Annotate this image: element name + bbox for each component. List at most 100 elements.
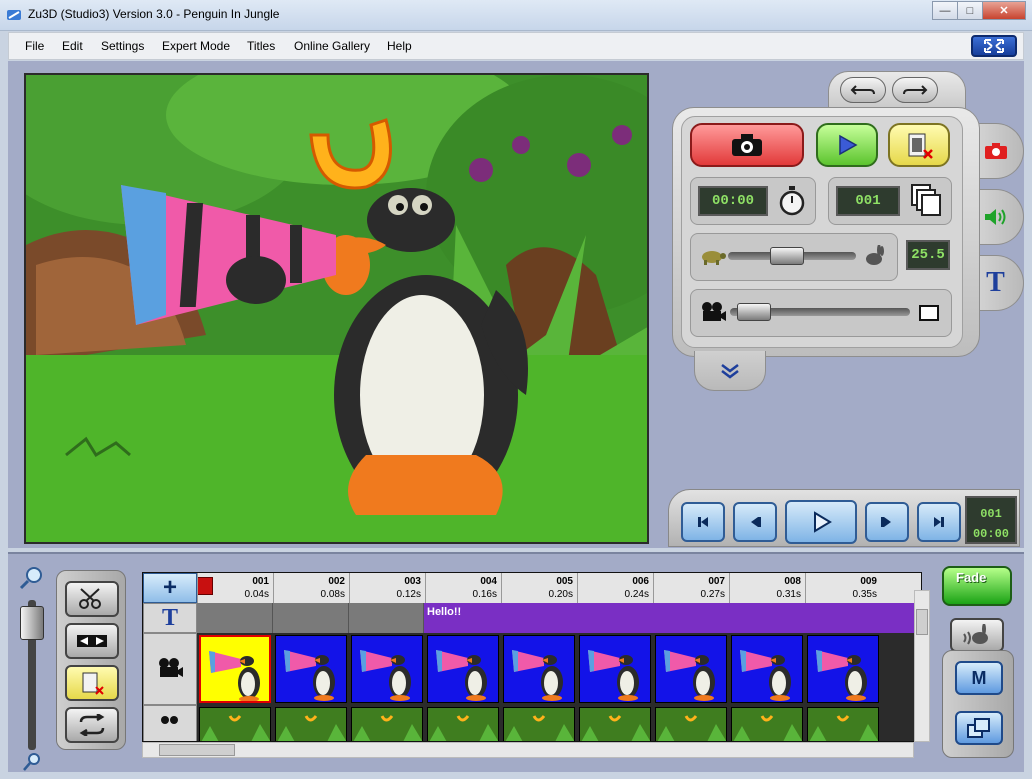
- maximize-button[interactable]: □: [957, 1, 983, 20]
- movie-camera-icon: [159, 658, 183, 677]
- timeline-tools: [56, 570, 126, 750]
- background-thumbnail[interactable]: [503, 707, 575, 741]
- trash-frames-icon: [82, 672, 104, 695]
- redo-icon: [903, 85, 928, 95]
- stopwatch-button[interactable]: [778, 185, 806, 220]
- frame-thumbnail[interactable]: [807, 635, 879, 703]
- delete-tool-button[interactable]: [65, 665, 119, 701]
- frames-stack-icon: [911, 184, 941, 216]
- counter-frame: 001: [980, 507, 1002, 521]
- timeline-vertical-scrollbar[interactable]: [914, 590, 930, 742]
- background-thumbnail[interactable]: [579, 707, 651, 741]
- zoom-in-icon[interactable]: [18, 566, 46, 590]
- menu-titles[interactable]: Titles: [247, 39, 275, 53]
- title-clip[interactable]: Hello!!: [424, 603, 921, 633]
- frame-header[interactable]: 004 0.16s: [425, 573, 501, 603]
- menu-settings[interactable]: Settings: [101, 39, 144, 53]
- step-forward-button[interactable]: [865, 502, 909, 542]
- background-thumbnail[interactable]: [731, 707, 803, 741]
- horizontal-scroll-thumb[interactable]: [159, 744, 235, 756]
- minimize-button[interactable]: —: [932, 1, 958, 20]
- frame-number: 008: [784, 576, 801, 587]
- frames-button[interactable]: [910, 183, 942, 220]
- rabbit-icon: [862, 244, 886, 270]
- fade-label: Fade: [956, 570, 987, 585]
- fullscreen-button[interactable]: [971, 35, 1017, 57]
- stage-preview[interactable]: [24, 73, 649, 544]
- skip-start-icon: [698, 517, 708, 527]
- timeline-header: + 001 0.04s 002 0.08s 003 0.12s 004 0.16s 005 0.2…: [143, 573, 921, 603]
- background-thumbnail[interactable]: [199, 707, 271, 741]
- frame-time: 0.04s: [244, 589, 269, 600]
- frame-number: 005: [556, 576, 573, 587]
- close-button[interactable]: ✕: [982, 1, 1026, 20]
- frame-time: 0.27s: [700, 589, 725, 600]
- frame-header[interactable]: 001 0.04s: [197, 573, 273, 603]
- join-tool-button[interactable]: [65, 623, 119, 659]
- preview-play-button[interactable]: [816, 123, 878, 167]
- frame-time: 0.12s: [396, 589, 421, 600]
- background-thumbnail[interactable]: [655, 707, 727, 741]
- fade-button[interactable]: Fade: [942, 566, 1012, 606]
- frame-thumbnail[interactable]: [579, 635, 651, 703]
- zoom-out-icon[interactable]: [20, 752, 44, 772]
- go-to-end-button[interactable]: [917, 502, 961, 542]
- frame-thumbnail[interactable]: [731, 635, 803, 703]
- background-thumbnail[interactable]: [351, 707, 423, 741]
- frame-thumbnail[interactable]: [427, 635, 499, 703]
- frame-time: 0.35s: [852, 589, 877, 600]
- frame-header[interactable]: 007 0.27s: [653, 573, 729, 603]
- skip-end-icon: [934, 517, 944, 527]
- zoom-slider-thumb[interactable]: [20, 606, 44, 640]
- step-forward-icon: [881, 517, 891, 527]
- frame-thumbnail[interactable]: [655, 635, 727, 703]
- frame-header[interactable]: 008 0.31s: [729, 573, 805, 603]
- frame-header[interactable]: 003 0.12s: [349, 573, 425, 603]
- timeline-area: + 001 0.04s 002 0.08s 003 0.12s 004 0.16s 005 0.2…: [8, 552, 1024, 772]
- frame-thumbnail[interactable]: [503, 635, 575, 703]
- frame-header[interactable]: 002 0.08s: [273, 573, 349, 603]
- menu-file[interactable]: File: [25, 39, 44, 53]
- frame-thumbnail[interactable]: [199, 635, 271, 703]
- frame-header[interactable]: 006 0.24s: [577, 573, 653, 603]
- background-thumbnail[interactable]: [807, 707, 879, 741]
- onion-skin-slider-thumb[interactable]: [737, 303, 772, 321]
- speed-display: 25.5: [906, 240, 950, 270]
- menu-online-gallery[interactable]: Online Gallery: [294, 39, 370, 53]
- background-thumbnail[interactable]: [275, 707, 347, 741]
- movie-camera-icon: [700, 301, 726, 328]
- step-back-button[interactable]: [733, 502, 777, 542]
- speed-effect-button[interactable]: [950, 618, 1004, 652]
- title-slot[interactable]: [273, 603, 349, 633]
- title-slot[interactable]: [197, 603, 273, 633]
- loop-icon: [79, 714, 105, 736]
- speed-slider-thumb[interactable]: [770, 247, 805, 265]
- frame-thumbnail[interactable]: [351, 635, 423, 703]
- music-button[interactable]: M: [955, 661, 1003, 695]
- frame-number: 007: [708, 576, 725, 587]
- loop-tool-button[interactable]: [65, 707, 119, 743]
- zoom-control: [14, 560, 50, 771]
- menu-expert-mode[interactable]: Expert Mode: [162, 39, 230, 53]
- delete-frames-button[interactable]: [888, 123, 950, 167]
- frame-thumbnail[interactable]: [275, 635, 347, 703]
- frame-number-display: 001: [836, 186, 900, 216]
- timeline-horizontal-scrollbar[interactable]: [142, 742, 914, 758]
- layers-button[interactable]: [955, 711, 1003, 745]
- vertical-scroll-thumb[interactable]: [916, 609, 928, 635]
- menu-edit[interactable]: Edit: [62, 39, 83, 53]
- transport-play-button[interactable]: [785, 500, 857, 544]
- title-slot[interactable]: [349, 603, 424, 633]
- collapse-panel-button[interactable]: [694, 351, 766, 391]
- frame-header[interactable]: 009 0.35s: [805, 573, 881, 603]
- frame-header[interactable]: 005 0.20s: [501, 573, 577, 603]
- redo-button[interactable]: [892, 77, 938, 103]
- go-to-start-button[interactable]: [681, 502, 725, 542]
- menu-help[interactable]: Help: [387, 39, 412, 53]
- capture-button[interactable]: [690, 123, 804, 167]
- background-thumbnail[interactable]: [427, 707, 499, 741]
- cut-tool-button[interactable]: [65, 581, 119, 617]
- undo-button[interactable]: [840, 77, 886, 103]
- frame-time: 0.08s: [320, 589, 345, 600]
- add-track-button[interactable]: +: [143, 573, 197, 603]
